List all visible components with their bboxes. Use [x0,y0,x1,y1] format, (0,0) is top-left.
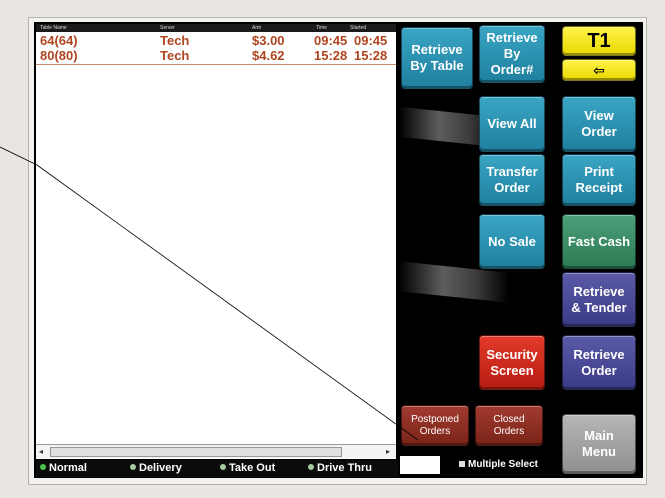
list-row[interactable]: 64(64) Tech $3.00 09:45 09:45 [36,33,396,49]
row-started: 15:28 [354,48,388,63]
list-header: Table Name Server Amt Time Started [36,24,396,32]
row-table: 64(64) [40,33,78,48]
row-table: 80(80) [40,48,78,63]
retrieve-tender-button[interactable]: Retrieve & Tender [562,272,636,327]
closed-orders-button[interactable]: Closed Orders [475,405,543,446]
row-time: 09:45 [314,33,348,48]
header-table: Table Name [40,25,67,31]
horizontal-scrollbar[interactable]: ◂ ▸ [36,444,396,458]
scroll-left-icon[interactable]: ◂ [39,445,43,458]
checkbox-icon [459,461,465,467]
header-started: Started [350,25,367,31]
row-amount: $3.00 [252,33,285,48]
radio-icon [308,464,314,470]
header-time: Time [316,25,327,31]
header-server: Server [160,25,175,31]
view-all-button[interactable]: View All [479,96,545,152]
filter-drive-thru[interactable]: Drive Thru [308,460,372,477]
print-receipt-button[interactable]: Print Receipt [562,154,636,206]
scroll-right-icon[interactable]: ▸ [386,445,390,458]
row-server: Tech [160,48,190,63]
terminal-t1-button[interactable]: T1 [562,26,636,56]
security-screen-button[interactable]: Security Screen [479,335,545,390]
back-arrow-button[interactable]: ⇦ [562,59,636,81]
retrieve-order-button[interactable]: Retrieve Order [562,335,636,390]
filter-drive-thru-label: Drive Thru [317,462,373,474]
row-started: 09:45 [354,33,388,48]
header-amount: Amt [252,25,261,31]
order-type-filter-bar: Normal Delivery Take Out Drive Thru [36,460,398,477]
postponed-orders-button[interactable]: Postponed Orders [401,405,469,446]
no-sale-button[interactable]: No Sale [479,214,545,269]
pos-screen: Table Name Server Amt Time Started 64(64… [34,22,643,478]
fast-cash-button[interactable]: Fast Cash [562,214,636,269]
retrieve-by-order-button[interactable]: Retrieve By Order# [479,25,545,83]
filter-normal[interactable]: Normal [40,460,87,477]
transfer-order-button[interactable]: Transfer Order [479,154,545,206]
radio-icon [220,464,226,470]
main-menu-button[interactable]: Main Menu [562,414,636,474]
view-order-button[interactable]: View Order [562,96,636,152]
filter-take-out[interactable]: Take Out [220,460,275,477]
scroll-track[interactable] [50,447,342,457]
row-server: Tech [160,33,190,48]
filter-normal-label: Normal [49,462,87,474]
input-box[interactable] [400,456,440,474]
multiple-select-toggle[interactable]: Multiple Select [459,458,538,472]
order-list[interactable]: Table Name Server Amt Time Started 64(64… [36,24,396,459]
row-amount: $4.62 [252,48,285,63]
filter-delivery[interactable]: Delivery [130,460,182,477]
list-row[interactable]: 80(80) Tech $4.62 15:28 15:28 [36,48,396,65]
filter-take-out-label: Take Out [229,462,276,474]
radio-icon [130,464,136,470]
filter-delivery-label: Delivery [139,462,182,474]
retrieve-by-table-button[interactable]: Retrieve By Table [401,27,473,89]
radio-icon [40,464,46,470]
multiple-select-label: Multiple Select [468,459,539,470]
row-time: 15:28 [314,48,348,63]
